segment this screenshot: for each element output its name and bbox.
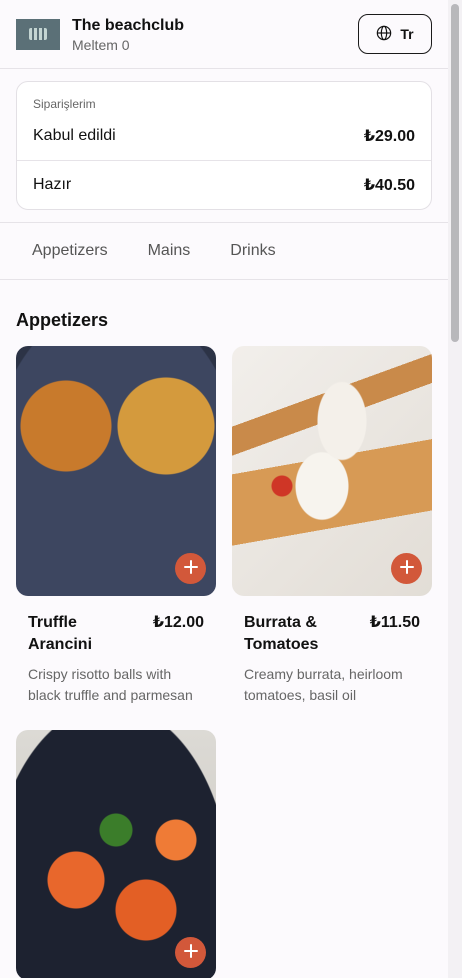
menu-item-name: Truffle Arancini: [28, 614, 93, 653]
order-row[interactable]: Hazır ₺40.50: [17, 161, 431, 209]
orders-title: Siparişlerim: [33, 97, 96, 111]
section-title: Appetizers: [16, 310, 109, 330]
language-label: Tr: [400, 26, 414, 42]
menu-item-price: ₺12.00: [152, 614, 204, 631]
top-header: The beachclub Meltem 0 Tr: [0, 0, 448, 69]
language-button[interactable]: Tr: [358, 14, 432, 54]
menu-item-image[interactable]: [16, 730, 216, 978]
globe-icon: [376, 25, 392, 44]
add-to-cart-button[interactable]: [391, 553, 422, 584]
menu-item-image[interactable]: [16, 346, 216, 596]
menu-item-header: Burrata & Tomatoes ₺11.50: [232, 596, 432, 656]
venue-info: The beachclub Meltem 0: [72, 16, 184, 53]
menu-item-card[interactable]: Truffle Arancini ₺12.00 Crispy risotto b…: [16, 346, 216, 706]
scrollbar-track[interactable]: [448, 0, 462, 978]
menu-item-price: ₺11.50: [369, 614, 420, 631]
plus-icon: [183, 944, 198, 961]
table-name: Meltem 0: [72, 36, 130, 53]
menu-item-name: Burrata & Tomatoes: [244, 614, 319, 653]
category-tabs: Appetizers Mains Drinks: [0, 223, 448, 280]
menu-item-header: Truffle Arancini ₺12.00: [16, 596, 216, 656]
tab-appetizers[interactable]: Appetizers: [32, 242, 108, 260]
order-row[interactable]: Kabul edildi ₺29.00: [17, 111, 431, 161]
menu-item-image[interactable]: [232, 346, 432, 596]
tab-mains[interactable]: Mains: [148, 242, 191, 260]
scrollbar-thumb[interactable]: [451, 4, 459, 342]
beachclub-logo: [16, 18, 60, 50]
plus-icon: [183, 560, 198, 577]
order-status: Kabul edildi: [33, 126, 116, 144]
orders-section: Siparişlerim Kabul edildi ₺29.00 Hazır ₺…: [0, 69, 448, 223]
menu-grid: Truffle Arancini ₺12.00 Crispy risotto b…: [0, 331, 448, 978]
logo-mark: [29, 28, 47, 40]
venue-name: The beachclub: [72, 16, 185, 34]
order-total: ₺40.50: [363, 177, 415, 194]
menu-item-card[interactable]: [16, 730, 216, 978]
menu-item-description: Creamy burrata, heirloom tomatoes, basil…: [244, 666, 403, 703]
orders-card[interactable]: Siparişlerim Kabul edildi ₺29.00 Hazır ₺…: [16, 81, 432, 210]
add-to-cart-button[interactable]: [175, 553, 206, 584]
page: The beachclub Meltem 0 Tr Siparişlerim K…: [0, 0, 448, 978]
add-to-cart-button[interactable]: [175, 937, 206, 968]
order-total: ₺29.00: [363, 127, 415, 145]
plus-icon: [399, 560, 414, 577]
menu-item-description: Crispy risotto balls with black truffle …: [28, 666, 193, 703]
menu-item-card[interactable]: Burrata & Tomatoes ₺11.50 Creamy burrata…: [232, 346, 432, 706]
tab-drinks[interactable]: Drinks: [230, 242, 275, 260]
order-status: Hazır: [33, 176, 72, 193]
